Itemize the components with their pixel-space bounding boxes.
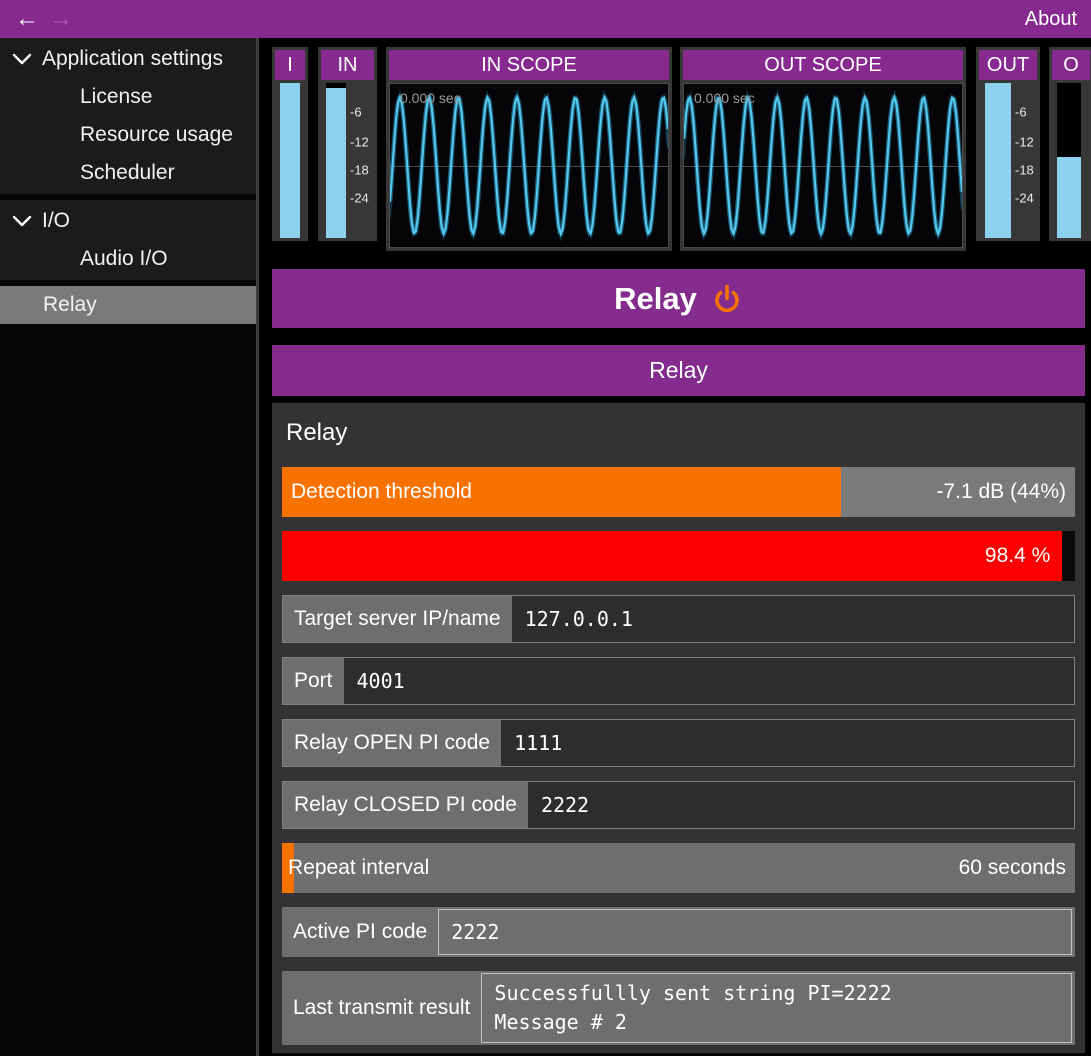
relay-open-pi-row: Relay OPEN PI code 1111 bbox=[282, 719, 1075, 767]
output-level-meter-out: OUT -6 -12 -18 -24 bbox=[976, 47, 1040, 241]
meter-bar-fill bbox=[326, 88, 346, 238]
out-scope-panel: OUT SCOPE 0.000 sec bbox=[680, 47, 966, 251]
meter-title: O bbox=[1052, 50, 1090, 80]
meter-bar bbox=[1057, 83, 1081, 238]
meters-row: I IN -6 -12 -18 -24 bbox=[272, 47, 1091, 251]
active-pi-row: Active PI code 2222 bbox=[282, 907, 1075, 957]
field-label: Port bbox=[283, 658, 344, 704]
scope-title: OUT SCOPE bbox=[683, 50, 963, 80]
detection-threshold-slider[interactable]: Detection threshold -7.1 dB (44%) bbox=[282, 467, 1075, 517]
sidebar-item-resource-usage[interactable]: Resource usage bbox=[0, 116, 256, 154]
relay-closed-pi-row: Relay CLOSED PI code 2222 bbox=[282, 781, 1075, 829]
target-server-row: Target server IP/name 127.0.0.1 bbox=[282, 595, 1075, 643]
sidebar-item-label: Application settings bbox=[42, 47, 223, 71]
sidebar: Application settings License Resource us… bbox=[0, 38, 256, 1056]
port-row: Port 4001 bbox=[282, 657, 1075, 705]
slider-value: -7.1 dB (44%) bbox=[936, 480, 1066, 504]
output-level-meter-o: O bbox=[1049, 47, 1091, 241]
input-level-meter-i: I bbox=[272, 47, 308, 241]
repeat-interval-slider[interactable]: Repeat interval 60 seconds bbox=[282, 843, 1075, 893]
last-transmit-row: Last transmit result Successfullly sent … bbox=[282, 971, 1075, 1045]
scope-time-label: 0.000 sec bbox=[400, 90, 461, 106]
meter-scale: -6 -12 -18 -24 bbox=[346, 83, 372, 238]
sidebar-item-label: Audio I/O bbox=[80, 247, 168, 271]
scope-time-label: 0.000 sec bbox=[694, 90, 755, 106]
relay-settings-panel: Relay Detection threshold -7.1 dB (44%) … bbox=[272, 403, 1085, 1053]
meter-bar-fill bbox=[280, 83, 300, 238]
out-scope-display: 0.000 sec bbox=[683, 83, 963, 248]
sidebar-divider bbox=[256, 38, 259, 1056]
relay-open-pi-input[interactable]: 1111 bbox=[501, 720, 1074, 766]
sidebar-item-relay-selected[interactable]: Relay bbox=[0, 286, 256, 324]
main-content: I IN -6 -12 -18 -24 bbox=[262, 38, 1091, 1056]
in-scope-display: 0.000 sec bbox=[389, 83, 669, 248]
waveform-trace bbox=[684, 84, 962, 247]
sidebar-item-license[interactable]: License bbox=[0, 78, 256, 116]
field-label: Target server IP/name bbox=[283, 596, 512, 642]
slider-label: Detection threshold bbox=[291, 480, 472, 504]
signal-level-value: 98.4 % bbox=[985, 544, 1050, 568]
field-label: Active PI code bbox=[282, 907, 438, 957]
sidebar-item-io[interactable]: I/O bbox=[0, 202, 256, 240]
slider-label: Repeat interval bbox=[288, 856, 429, 880]
forward-icon[interactable]: → bbox=[44, 1, 78, 37]
panel-title: Relay bbox=[286, 419, 1075, 447]
sidebar-item-label: License bbox=[80, 85, 152, 109]
target-server-input[interactable]: 127.0.0.1 bbox=[512, 596, 1074, 642]
waveform-trace bbox=[390, 84, 668, 247]
sidebar-group-application-settings: Application settings License Resource us… bbox=[0, 38, 256, 194]
power-icon[interactable] bbox=[711, 283, 743, 315]
port-input[interactable]: 4001 bbox=[344, 658, 1074, 704]
relay-header-banner[interactable]: Relay bbox=[272, 269, 1085, 328]
sidebar-item-label: Scheduler bbox=[80, 161, 175, 185]
chevron-down-icon bbox=[12, 215, 32, 227]
sidebar-group-io: I/O Audio I/O bbox=[0, 200, 256, 280]
sidebar-item-label: I/O bbox=[42, 209, 70, 233]
signal-level-fill: 98.4 % bbox=[282, 531, 1062, 581]
sidebar-item-application-settings[interactable]: Application settings bbox=[0, 40, 256, 78]
field-label: Relay CLOSED PI code bbox=[283, 782, 528, 828]
meter-bar bbox=[985, 83, 1011, 238]
sidebar-item-audio-io[interactable]: Audio I/O bbox=[0, 240, 256, 278]
in-scope-panel: IN SCOPE 0.000 sec bbox=[386, 47, 672, 251]
sidebar-item-label: Relay bbox=[43, 293, 97, 317]
field-label: Relay OPEN PI code bbox=[283, 720, 501, 766]
sidebar-item-scheduler[interactable]: Scheduler bbox=[0, 154, 256, 192]
scope-title: IN SCOPE bbox=[389, 50, 669, 80]
meter-scale: -6 -12 -18 -24 bbox=[1011, 83, 1035, 238]
chevron-down-icon bbox=[12, 53, 32, 65]
meter-bar-fill bbox=[985, 83, 1011, 238]
meter-bar bbox=[280, 83, 300, 238]
meter-bar bbox=[326, 83, 346, 238]
meter-bar-fill bbox=[1057, 157, 1081, 238]
top-bar: ← → About bbox=[0, 0, 1091, 38]
slider-value: 60 seconds bbox=[959, 856, 1066, 880]
about-menu-item[interactable]: About bbox=[1025, 8, 1081, 31]
sidebar-item-label: Resource usage bbox=[80, 123, 233, 147]
last-transmit-result: Successfullly sent string PI=2222 Messag… bbox=[481, 973, 1072, 1043]
signal-level-bar: 98.4 % bbox=[282, 531, 1075, 581]
relay-tab-label: Relay bbox=[649, 357, 708, 384]
relay-header-title: Relay bbox=[614, 281, 697, 317]
back-icon[interactable]: ← bbox=[10, 1, 44, 37]
input-level-meter-in: IN -6 -12 -18 -24 bbox=[318, 47, 377, 241]
meter-title: IN bbox=[321, 50, 374, 80]
meter-title: I bbox=[275, 50, 305, 80]
relay-closed-pi-input[interactable]: 2222 bbox=[528, 782, 1074, 828]
meter-title: OUT bbox=[979, 50, 1037, 80]
relay-tab-banner[interactable]: Relay bbox=[272, 345, 1085, 396]
field-label: Last transmit result bbox=[282, 971, 481, 1045]
active-pi-input[interactable]: 2222 bbox=[438, 909, 1072, 955]
